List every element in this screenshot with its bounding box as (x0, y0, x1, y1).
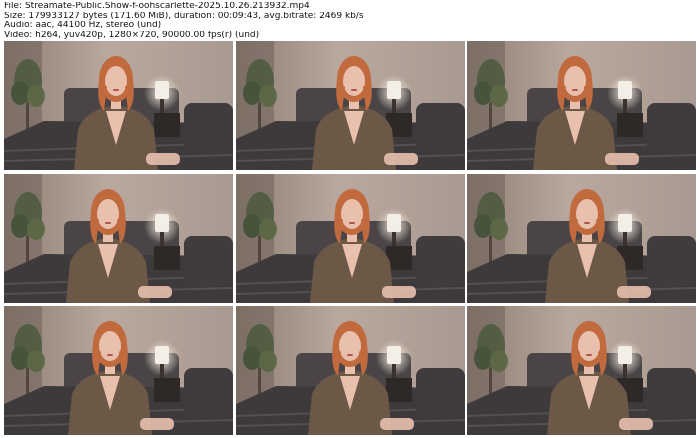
video-frame-thumbnail (467, 173, 696, 303)
video-frame-thumbnail (235, 41, 465, 170)
file-name-line: File: Streamate-Public.Show-f-oohscarlet… (4, 2, 310, 11)
file-info-header: File: Streamate-Public.Show-f-oohscarlet… (4, 2, 694, 40)
file-size-line: Size: 179933127 bytes (171.60 MiB), dura… (4, 11, 364, 21)
video-frame-thumbnail (235, 306, 465, 435)
video-frame-thumbnail (467, 306, 696, 435)
video-frame-thumbnail (235, 173, 465, 303)
video-frame-thumbnail (467, 41, 696, 170)
video-frame-thumbnail (4, 173, 233, 303)
video-info-line: Video: h264, yuv420p, 1280×720, 90000.00… (4, 30, 260, 40)
video-frame-thumbnail (4, 41, 233, 170)
thumbnail-grid (4, 41, 696, 435)
video-frame-thumbnail (4, 306, 233, 435)
audio-info-line: Audio: aac, 44100 Hz, stereo (und) (4, 21, 162, 30)
